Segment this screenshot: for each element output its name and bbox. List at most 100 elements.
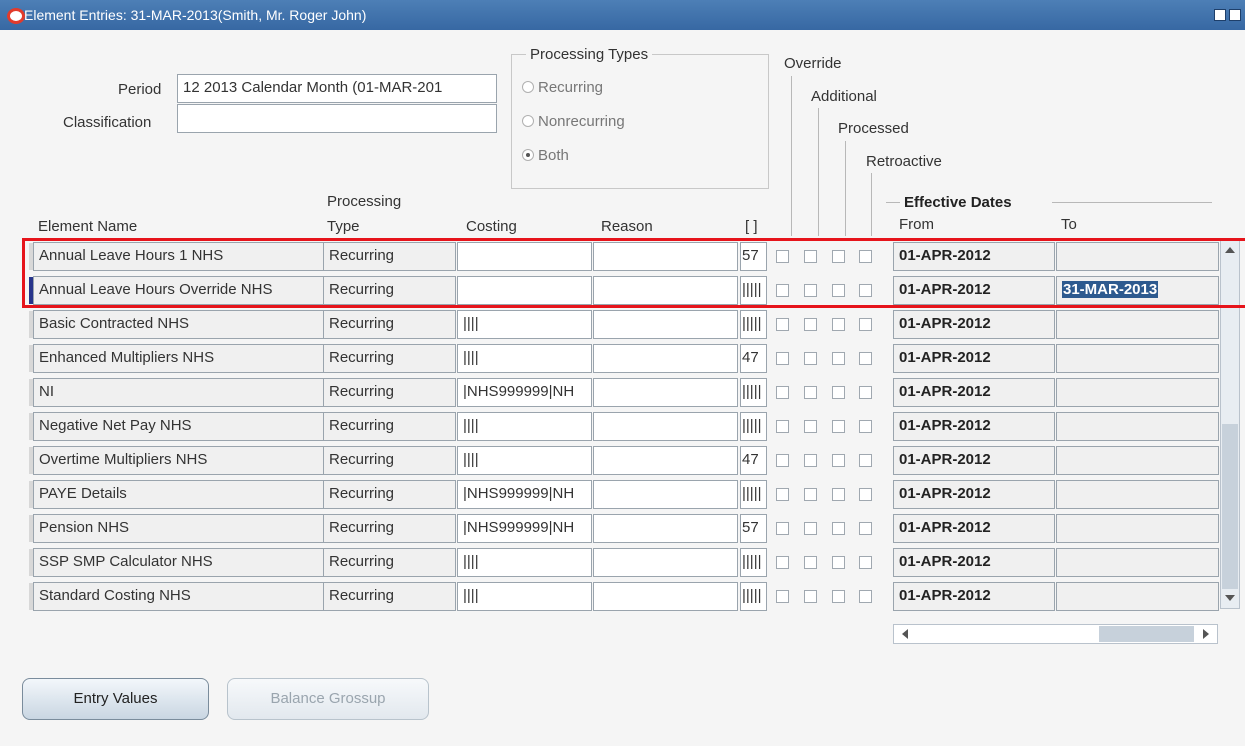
balance-grossup-button[interactable]: Balance Grossup	[227, 678, 429, 720]
minimize-icon[interactable]	[1214, 9, 1226, 21]
effective-from-field[interactable]: 01-APR-2012	[893, 412, 1055, 441]
reason-field[interactable]	[593, 412, 738, 441]
flag-checkbox[interactable]	[832, 522, 845, 535]
flag-checkbox[interactable]	[804, 420, 817, 433]
effective-from-field[interactable]: 01-APR-2012	[893, 514, 1055, 543]
effective-to-field[interactable]	[1056, 514, 1219, 543]
flag-checkbox[interactable]	[859, 386, 872, 399]
flag-checkbox[interactable]	[859, 488, 872, 501]
dff-field[interactable]: 57	[740, 514, 767, 543]
flag-checkbox[interactable]	[832, 386, 845, 399]
effective-from-field[interactable]: 01-APR-2012	[893, 548, 1055, 577]
effective-to-field[interactable]	[1056, 446, 1219, 475]
processing-type-cell[interactable]: Recurring	[323, 582, 456, 611]
costing-field[interactable]: |NHS999999|NH	[457, 514, 592, 543]
dff-field[interactable]: |||||	[740, 310, 767, 339]
reason-field[interactable]	[593, 548, 738, 577]
flag-checkbox[interactable]	[832, 590, 845, 603]
flag-checkbox[interactable]	[776, 556, 789, 569]
processing-type-cell[interactable]: Recurring	[323, 480, 456, 509]
dff-field[interactable]: |||||	[740, 378, 767, 407]
element-name-cell[interactable]: Overtime Multipliers NHS	[33, 446, 324, 475]
reason-field[interactable]	[593, 310, 738, 339]
element-name-cell[interactable]: Enhanced Multipliers NHS	[33, 344, 324, 373]
flag-checkbox[interactable]	[859, 590, 872, 603]
costing-field[interactable]: ||||	[457, 548, 592, 577]
processing-type-cell[interactable]: Recurring	[323, 548, 456, 577]
processing-type-cell[interactable]: Recurring	[323, 378, 456, 407]
effective-to-field[interactable]	[1056, 310, 1219, 339]
dff-field[interactable]: 47	[740, 446, 767, 475]
costing-field[interactable]: ||||	[457, 582, 592, 611]
radio-nonrecurring[interactable]: Nonrecurring	[522, 113, 625, 130]
dff-field[interactable]: 47	[740, 344, 767, 373]
flag-checkbox[interactable]	[804, 522, 817, 535]
effective-from-field[interactable]: 01-APR-2012	[893, 378, 1055, 407]
element-name-cell[interactable]: Standard Costing NHS	[33, 582, 324, 611]
element-name-cell[interactable]: PAYE Details	[33, 480, 324, 509]
flag-checkbox[interactable]	[859, 352, 872, 365]
costing-field[interactable]: |NHS999999|NH	[457, 378, 592, 407]
flag-checkbox[interactable]	[832, 454, 845, 467]
flag-checkbox[interactable]	[832, 488, 845, 501]
flag-checkbox[interactable]	[859, 556, 872, 569]
reason-field[interactable]	[593, 446, 738, 475]
effective-to-field[interactable]	[1056, 412, 1219, 441]
entry-values-button[interactable]: Entry Values	[22, 678, 209, 720]
scroll-down-icon[interactable]	[1225, 595, 1235, 601]
flag-checkbox[interactable]	[804, 556, 817, 569]
costing-field[interactable]: ||||	[457, 412, 592, 441]
scroll-left-icon[interactable]	[902, 629, 908, 639]
element-name-cell[interactable]: Basic Contracted NHS	[33, 310, 324, 339]
costing-field[interactable]: ||||	[457, 446, 592, 475]
effective-from-field[interactable]: 01-APR-2012	[893, 344, 1055, 373]
flag-checkbox[interactable]	[804, 318, 817, 331]
period-field[interactable]: 12 2013 Calendar Month (01-MAR-201	[177, 74, 497, 103]
effective-from-field[interactable]: 01-APR-2012	[893, 582, 1055, 611]
flag-checkbox[interactable]	[804, 488, 817, 501]
flag-checkbox[interactable]	[776, 488, 789, 501]
scroll-right-icon[interactable]	[1203, 629, 1209, 639]
classification-field[interactable]	[177, 104, 497, 133]
reason-field[interactable]	[593, 582, 738, 611]
flag-checkbox[interactable]	[776, 454, 789, 467]
effective-to-field[interactable]	[1056, 378, 1219, 407]
dff-field[interactable]: |||||	[740, 582, 767, 611]
flag-checkbox[interactable]	[859, 454, 872, 467]
dff-field[interactable]: |||||	[740, 480, 767, 509]
flag-checkbox[interactable]	[832, 352, 845, 365]
element-name-cell[interactable]: SSP SMP Calculator NHS	[33, 548, 324, 577]
flag-checkbox[interactable]	[776, 352, 789, 365]
effective-from-field[interactable]: 01-APR-2012	[893, 446, 1055, 475]
scroll-thumb[interactable]	[1222, 424, 1238, 589]
effective-to-field[interactable]	[1056, 344, 1219, 373]
reason-field[interactable]	[593, 480, 738, 509]
flag-checkbox[interactable]	[832, 318, 845, 331]
flag-checkbox[interactable]	[776, 522, 789, 535]
flag-checkbox[interactable]	[776, 590, 789, 603]
flag-checkbox[interactable]	[776, 386, 789, 399]
element-name-cell[interactable]: NI	[33, 378, 324, 407]
processing-type-cell[interactable]: Recurring	[323, 446, 456, 475]
radio-both[interactable]: Both	[522, 147, 569, 164]
flag-checkbox[interactable]	[832, 556, 845, 569]
flag-checkbox[interactable]	[859, 420, 872, 433]
costing-field[interactable]: |NHS999999|NH	[457, 480, 592, 509]
processing-type-cell[interactable]: Recurring	[323, 514, 456, 543]
flag-checkbox[interactable]	[776, 420, 789, 433]
flag-checkbox[interactable]	[859, 318, 872, 331]
reason-field[interactable]	[593, 514, 738, 543]
costing-field[interactable]: ||||	[457, 344, 592, 373]
effective-to-field[interactable]	[1056, 582, 1219, 611]
flag-checkbox[interactable]	[859, 522, 872, 535]
flag-checkbox[interactable]	[776, 318, 789, 331]
costing-field[interactable]: ||||	[457, 310, 592, 339]
effective-from-field[interactable]: 01-APR-2012	[893, 480, 1055, 509]
reason-field[interactable]	[593, 378, 738, 407]
effective-to-field[interactable]	[1056, 480, 1219, 509]
flag-checkbox[interactable]	[832, 420, 845, 433]
flag-checkbox[interactable]	[804, 386, 817, 399]
dff-field[interactable]: |||||	[740, 548, 767, 577]
processing-type-cell[interactable]: Recurring	[323, 412, 456, 441]
flag-checkbox[interactable]	[804, 454, 817, 467]
